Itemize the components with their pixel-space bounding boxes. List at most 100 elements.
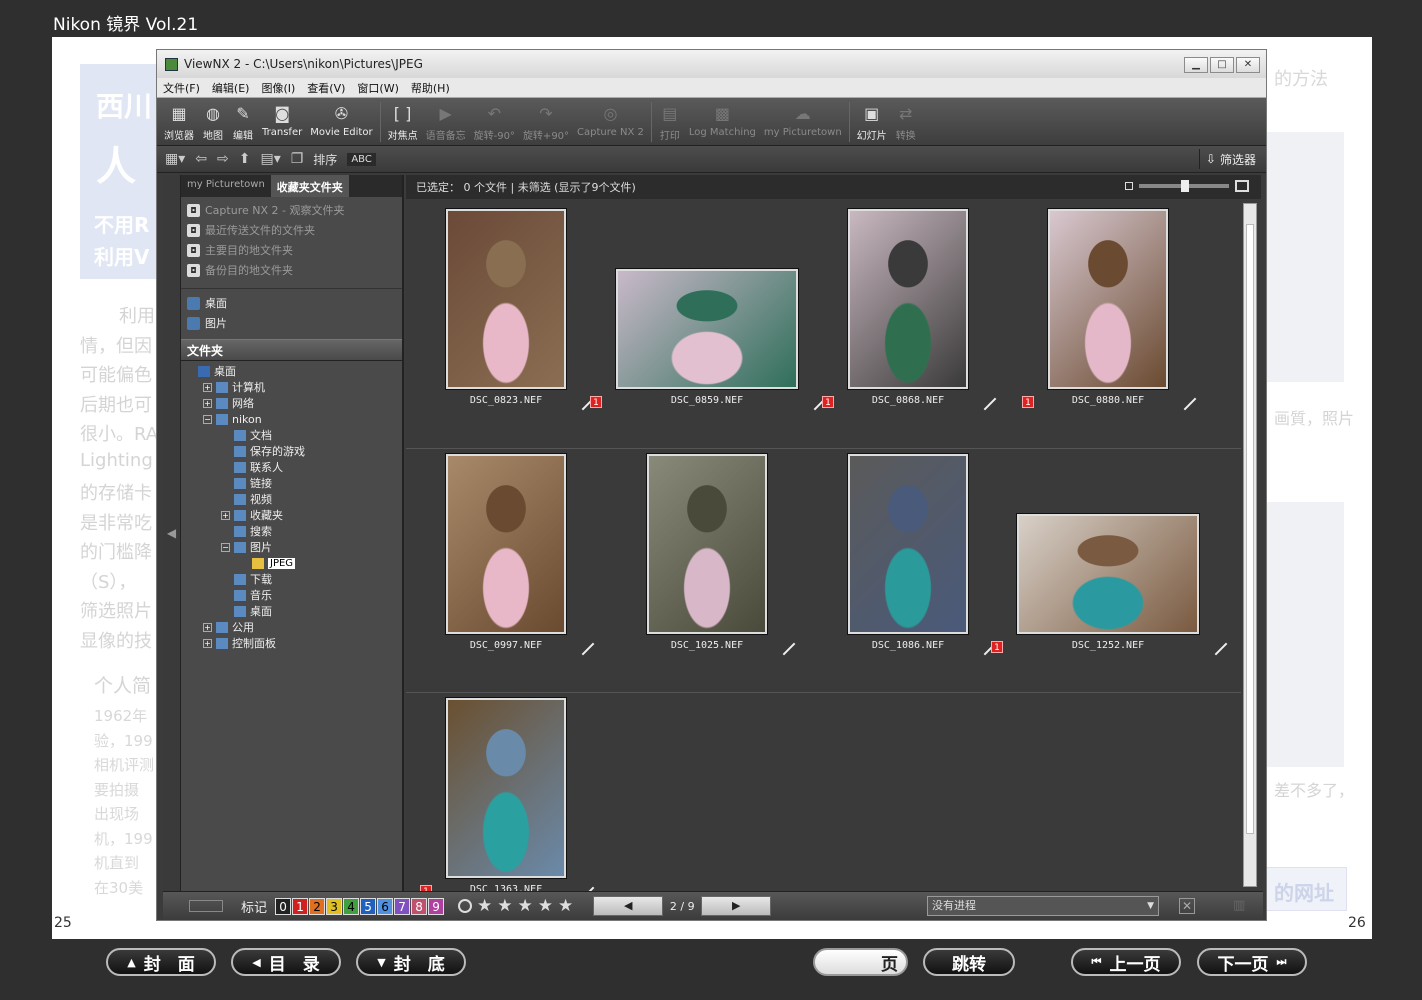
tree-node[interactable]: JPEG <box>181 555 402 571</box>
tree-node[interactable]: 搜索 <box>181 523 402 539</box>
thumbnail-scrollbar[interactable] <box>1243 203 1257 887</box>
tree-node[interactable]: 音乐 <box>181 587 402 603</box>
photo-thumbnail[interactable] <box>1016 513 1200 635</box>
rating-star[interactable]: ★ <box>538 896 553 916</box>
expand-toggle-icon[interactable]: − <box>203 414 212 424</box>
photo-thumbnail[interactable] <box>445 453 567 635</box>
left-panel-collapse-handle[interactable]: ◀ <box>163 175 181 891</box>
color-label-0[interactable]: 0 <box>275 897 292 915</box>
tree-node[interactable]: 文档 <box>181 427 402 443</box>
favorite-item[interactable]: ◘ 备份目的地文件夹 <box>181 260 402 280</box>
toolbar-button-picturetown[interactable]: ☁ my Picturetown <box>761 102 845 139</box>
tree-node[interactable]: 保存的游戏 <box>181 443 402 459</box>
menu-item[interactable]: 图像(I) <box>261 80 295 96</box>
close-button[interactable]: ✕ <box>1236 57 1260 73</box>
new-folder-icon[interactable]: ▤▾ <box>260 151 280 167</box>
toolbar-button-print[interactable]: ▤ 打印 <box>656 102 684 143</box>
favorite-item[interactable]: 桌面 <box>181 293 402 313</box>
jump-button[interactable]: 跳转 <box>923 948 1015 976</box>
photo-thumbnail[interactable] <box>847 208 969 390</box>
toolbar-button-voice-memo[interactable]: ▶ 语音备忘 <box>423 102 469 143</box>
toolbar-button-rotate-left[interactable]: ↶ 旋转-90° <box>471 102 518 143</box>
maximize-button[interactable]: □ <box>1210 57 1234 73</box>
back-arrow-icon[interactable]: ⇦ <box>195 151 207 167</box>
no-rating-icon[interactable] <box>458 899 473 913</box>
next-page-button[interactable]: 下一页 ⏭ <box>1197 948 1307 976</box>
tree-node[interactable]: + 公用 <box>181 619 402 635</box>
tree-node[interactable]: 视频 <box>181 491 402 507</box>
toolbar-button-globe[interactable]: ◍ 地图 <box>199 102 227 143</box>
edit-wand-icon[interactable] <box>1214 642 1228 656</box>
color-label-2[interactable]: 2 <box>309 897 326 915</box>
color-label-5[interactable]: 5 <box>360 897 377 915</box>
grid-view-icon[interactable] <box>189 900 223 912</box>
photo-thumbnail[interactable] <box>646 453 768 635</box>
toolbar-button-slideshow[interactable]: ▣ 幻灯片 <box>854 102 890 143</box>
window-titlebar[interactable]: ViewNX 2 - C:\Users\nikon\Pictures\JPEG … <box>157 50 1266 78</box>
toolbar-button-browser[interactable]: ▦ 浏览器 <box>161 102 197 143</box>
folders-header[interactable]: 文件夹 <box>181 339 402 361</box>
tree-node[interactable]: 桌面 <box>181 363 402 379</box>
tree-node[interactable]: 联系人 <box>181 459 402 475</box>
next-image-button[interactable]: ▶ <box>701 896 772 916</box>
expand-toggle-icon[interactable]: + <box>203 382 212 392</box>
rating-star[interactable]: ★ <box>477 896 492 916</box>
photo-thumbnail[interactable] <box>1047 208 1169 390</box>
toolbar-button-film[interactable]: ✇ Movie Editor <box>307 102 375 139</box>
toolbar-button-camera[interactable]: ◙ Transfer <box>259 102 305 139</box>
view-mode-icon[interactable]: ▦▾ <box>165 151 185 167</box>
color-label-3[interactable]: 3 <box>326 897 343 915</box>
expand-toggle-icon[interactable]: + <box>203 398 212 408</box>
menu-item[interactable]: 查看(V) <box>307 80 345 96</box>
expand-toggle-icon[interactable]: − <box>221 542 230 552</box>
tree-node[interactable]: 桌面 <box>181 603 402 619</box>
expand-toggle-icon[interactable]: + <box>203 622 212 632</box>
toolbar-button-edit[interactable]: ✎ 编辑 <box>229 102 257 143</box>
tree-node[interactable]: − 图片 <box>181 539 402 555</box>
favorite-item[interactable]: 图片 <box>181 313 402 333</box>
back-cover-button[interactable]: ▼ 封 底 <box>356 948 466 976</box>
tab-my-picturetown[interactable]: my Picturetown <box>181 175 271 197</box>
toolbar-button-capture-nx[interactable]: ◎ Capture NX 2 <box>574 102 647 139</box>
rating-star[interactable]: ★ <box>558 896 573 916</box>
tree-node[interactable]: + 网络 <box>181 395 402 411</box>
expand-toggle-icon[interactable]: + <box>221 510 230 520</box>
toolbar-button-convert[interactable]: ⇄ 转换 <box>892 102 920 143</box>
forward-arrow-icon[interactable]: ⇨ <box>217 151 229 167</box>
cancel-progress-icon[interactable]: ✕ <box>1179 898 1195 914</box>
color-label-8[interactable]: 8 <box>411 897 428 915</box>
minimize-button[interactable]: ▁ <box>1184 57 1208 73</box>
compare-icon[interactable]: ❐ <box>291 151 304 167</box>
menu-item[interactable]: 帮助(H) <box>411 80 450 96</box>
expand-toggle-icon[interactable]: + <box>203 638 212 648</box>
toolbar-button-focus-point[interactable]: [ ] 对焦点 <box>385 102 421 143</box>
prev-image-button[interactable]: ◀ <box>593 896 664 916</box>
photo-thumbnail[interactable] <box>445 208 567 390</box>
favorite-item[interactable]: ◘ 主要目的地文件夹 <box>181 240 402 260</box>
toolbar-button-log-matching[interactable]: ▩ Log Matching <box>686 102 759 139</box>
scrollbar-thumb[interactable] <box>1246 224 1254 834</box>
menu-item[interactable]: 编辑(E) <box>212 80 250 96</box>
tree-node[interactable]: 下载 <box>181 571 402 587</box>
color-label-1[interactable]: 1 <box>292 897 309 915</box>
photo-thumbnail[interactable] <box>615 268 799 390</box>
filter-button[interactable]: ⇩ 筛选器 <box>1198 149 1262 169</box>
tab-favorite-folders[interactable]: 收藏夹文件夹 <box>270 175 349 197</box>
color-label-6[interactable]: 6 <box>377 897 394 915</box>
rating-star[interactable]: ★ <box>497 896 512 916</box>
small-thumb-icon[interactable] <box>1125 182 1133 190</box>
prev-page-button[interactable]: ⏮ 上一页 <box>1071 948 1181 976</box>
favorite-item[interactable]: ◘ 最近传送文件的文件夹 <box>181 220 402 240</box>
tree-node[interactable]: + 控制面板 <box>181 635 402 651</box>
color-label-9[interactable]: 9 <box>428 897 445 915</box>
tree-node[interactable]: − nikon <box>181 411 402 427</box>
sort-select[interactable]: ABC <box>347 152 376 166</box>
toolbar-button-rotate-right[interactable]: ↷ 旋转+90° <box>520 102 572 143</box>
thumb-size-slider[interactable] <box>1139 180 1229 192</box>
photo-thumbnail[interactable] <box>445 697 567 879</box>
cover-button[interactable]: ▲ 封 面 <box>106 948 216 976</box>
trash-icon[interactable]: ▥ <box>1233 898 1245 913</box>
large-thumb-icon[interactable] <box>1235 180 1249 192</box>
favorite-item[interactable]: ◘ Capture NX 2 - 观察文件夹 <box>181 200 402 220</box>
menu-item[interactable]: 窗口(W) <box>357 80 398 96</box>
